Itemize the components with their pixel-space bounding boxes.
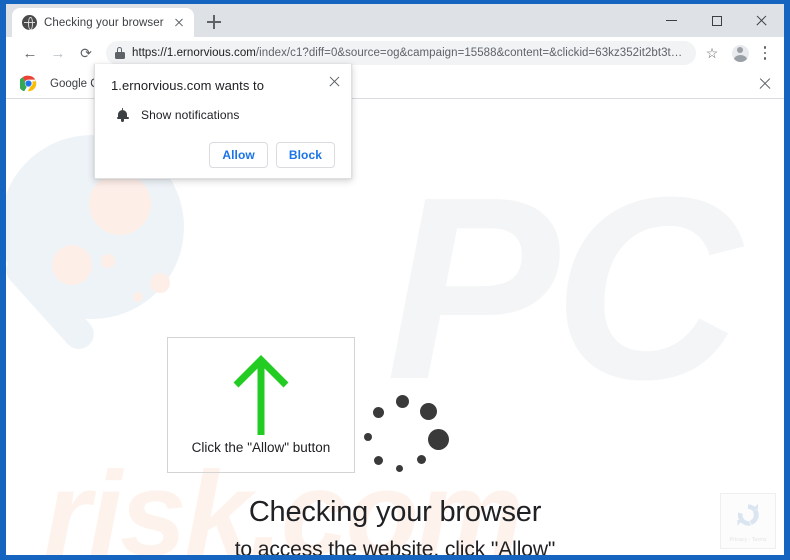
- block-button[interactable]: Block: [275, 142, 335, 168]
- page-subtitle: to access the website, click "Allow": [234, 538, 556, 555]
- up-arrow-icon: [230, 355, 292, 444]
- popup-close-icon[interactable]: [328, 75, 341, 88]
- minimize-button[interactable]: [649, 4, 694, 37]
- popup-actions: Allow Block: [111, 142, 335, 168]
- click-allow-box: Click the "Allow" button: [167, 337, 355, 473]
- popup-title: 1.ernorvious.com wants to: [111, 78, 264, 93]
- address-bar[interactable]: https://1.ernorvious.com/index/c1?diff=0…: [106, 41, 696, 65]
- profile-avatar-icon[interactable]: [726, 39, 754, 67]
- tab-checking-your-browser[interactable]: Checking your browser: [12, 8, 194, 37]
- recaptcha-icon: [733, 500, 763, 535]
- allow-button[interactable]: Allow: [209, 142, 268, 168]
- url-path: /index/c1?diff=0&source=og&campaign=1558…: [255, 47, 686, 59]
- tab-title: Checking your browser: [44, 16, 164, 29]
- loading-spinner-icon: [360, 393, 456, 487]
- notification-permission-popup: 1.ernorvious.com wants to Show notificat…: [94, 64, 352, 179]
- page-heading-group: Checking your browser to access the webs…: [6, 496, 784, 555]
- browser-window: Checking your browser ← → ⟳ https://1.er…: [0, 0, 790, 560]
- back-button[interactable]: ←: [16, 39, 44, 67]
- back-arrow-icon: ←: [22, 44, 38, 62]
- tab-close-icon[interactable]: [171, 15, 187, 31]
- recaptcha-privacy-terms[interactable]: Privacy - Terms: [729, 537, 766, 543]
- popup-permission-label: Show notifications: [141, 108, 240, 122]
- bookmark-star-icon[interactable]: ☆: [698, 39, 726, 67]
- new-tab-button[interactable]: [203, 11, 225, 33]
- info-bar-close-icon[interactable]: [758, 77, 772, 91]
- tab-strip: Checking your browser: [6, 4, 784, 37]
- recaptcha-badge[interactable]: Privacy - Terms: [720, 493, 776, 549]
- popup-permission-row: Show notifications: [111, 107, 335, 122]
- browser-window-inner: Checking your browser ← → ⟳ https://1.er…: [6, 4, 784, 555]
- reload-button[interactable]: ⟳: [72, 39, 100, 67]
- bell-icon: [116, 107, 129, 122]
- url-host: https://1.ernorvious.com: [132, 47, 256, 59]
- three-dot-menu-icon[interactable]: [754, 39, 776, 67]
- maximize-button[interactable]: [694, 4, 739, 37]
- window-controls: [649, 4, 784, 37]
- forward-button[interactable]: →: [44, 39, 72, 67]
- forward-arrow-icon: →: [50, 44, 66, 62]
- chrome-logo-icon: [18, 75, 37, 92]
- lock-icon[interactable]: [114, 47, 125, 59]
- globe-icon: [22, 15, 37, 31]
- url-text: https://1.ernorvious.com/index/c1?diff=0…: [132, 47, 686, 59]
- close-window-button[interactable]: [739, 4, 784, 37]
- reload-icon: ⟳: [80, 45, 92, 61]
- pc-watermark-text: PC: [386, 144, 741, 434]
- page-title: Checking your browser: [248, 496, 542, 528]
